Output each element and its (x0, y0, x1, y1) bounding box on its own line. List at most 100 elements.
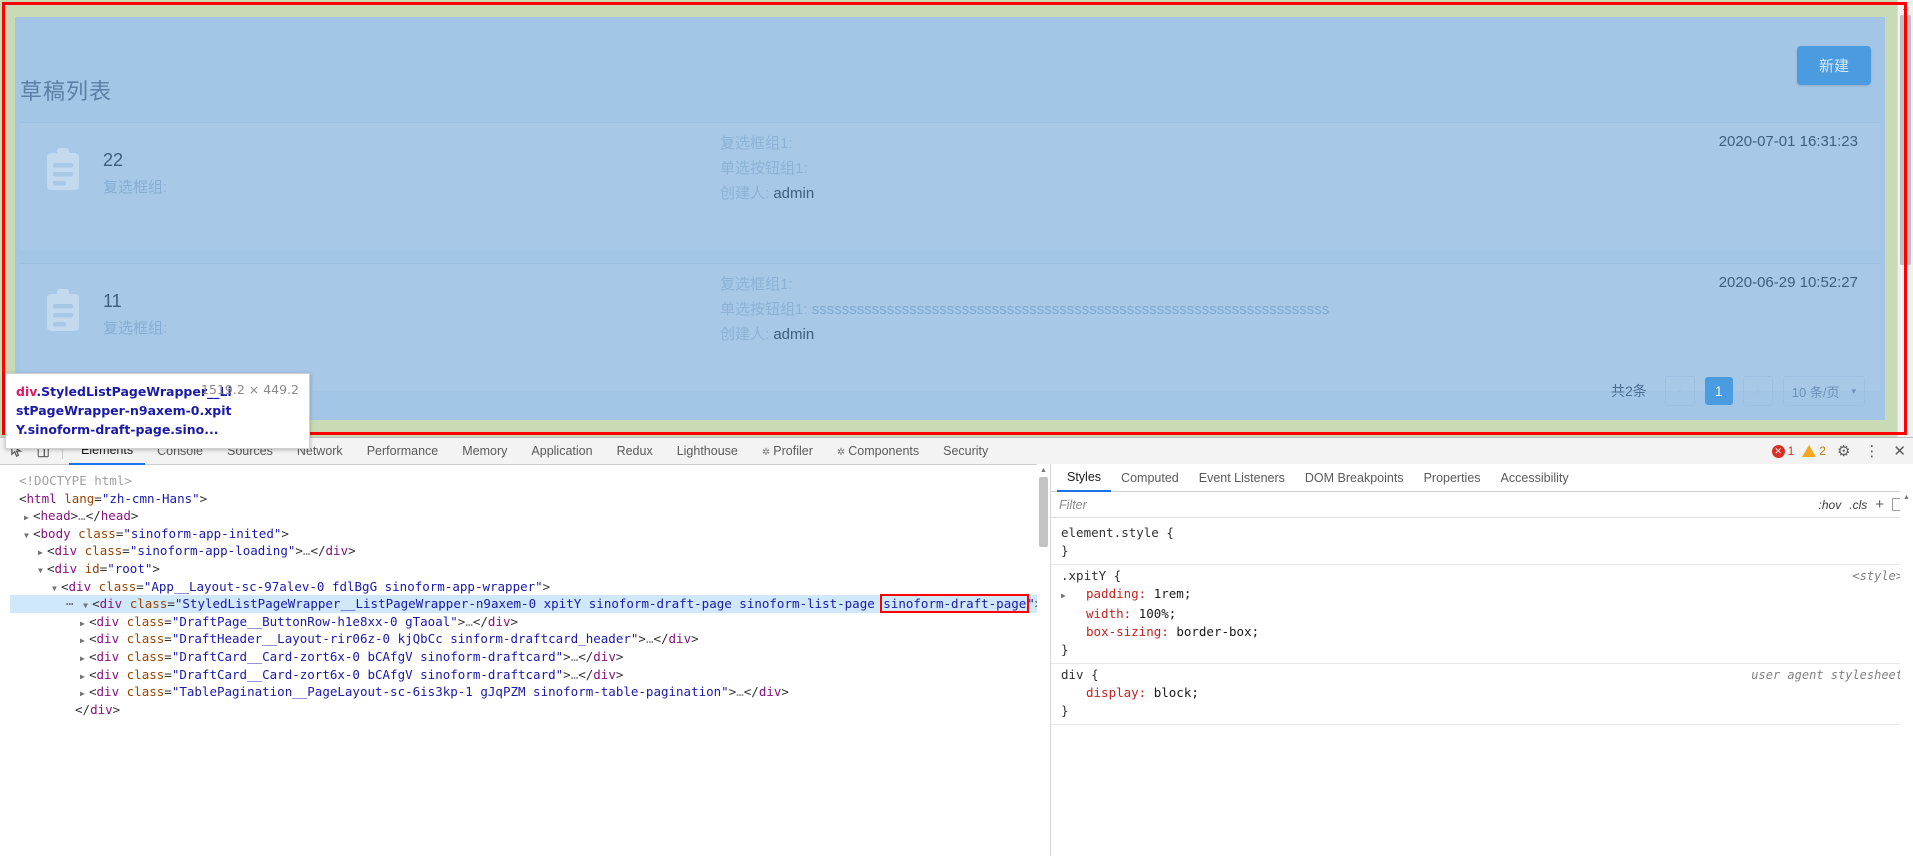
dom-node-row[interactable]: ▶ <div class="DraftPage__ButtonRow-h1e8xx… (10, 613, 1050, 631)
dom-node-row[interactable]: <!DOCTYPE html> (10, 472, 1050, 490)
tooltip-line-3: Y.sinoform-draft-page.sino... (16, 422, 219, 437)
draft-card-title: 22 (103, 150, 124, 170)
styles-tab-event-listeners[interactable]: Event Listeners (1189, 465, 1295, 491)
styles-tab-dom-breakpoints[interactable]: DOM Breakpoints (1295, 465, 1414, 491)
new-style-rule-button[interactable]: + (1875, 496, 1884, 513)
kebab-menu-icon[interactable]: ⋮ (1861, 442, 1882, 460)
devtools-tab-redux[interactable]: Redux (605, 439, 665, 464)
dom-node-row[interactable]: ▶ <div class="sinoform-app-loading">…</di… (10, 542, 1050, 560)
dom-attr-value: "DraftHeader__Layout-rir06z-0 kjQbCc sin… (171, 631, 639, 647)
devtools-tab-performance[interactable]: Performance (355, 439, 451, 464)
style-property-name[interactable]: padding: (1070, 586, 1154, 601)
dom-attr-name: lang (64, 490, 95, 506)
style-declaration[interactable]: ▶ padding: 1rem; (1061, 585, 1903, 605)
style-rule-source[interactable]: <style> (1852, 567, 1903, 585)
style-property-name[interactable]: width: (1070, 606, 1139, 621)
dom-node-menu-icon[interactable]: ⋯ (66, 596, 83, 611)
draft-card[interactable]: 22 复选框组: 复选框组1: 单选按钮组1: 创建人: admin 2020-… (20, 122, 1880, 250)
dom-text: > (615, 648, 624, 664)
style-rule-source[interactable]: user agent stylesheet (1751, 666, 1903, 684)
meta-row: 单选按钮组1: ssssssssssssssssssssssssssssssss… (720, 297, 1460, 322)
dom-text: > (281, 525, 289, 541)
dom-node-row[interactable]: ▶ <head>…</head> (10, 507, 1050, 525)
meta-row-creator: 创建人: admin (720, 181, 1460, 206)
dom-node-row[interactable]: ⋯ ▼ <div class="StyledListPageWrapper__Li… (10, 594, 1050, 614)
style-property-value[interactable]: 100%; (1139, 606, 1177, 621)
style-rule[interactable]: element.style {} (1051, 522, 1913, 565)
dom-node-row[interactable]: </div> (10, 701, 1050, 719)
page-title: 草稿列表 (20, 79, 113, 104)
styles-tab-properties[interactable]: Properties (1414, 465, 1491, 491)
draft-card-date: 2020-06-29 10:52:27 (1718, 274, 1858, 291)
dom-tag-name: div (487, 613, 511, 629)
style-property-name[interactable]: display: (1070, 685, 1154, 700)
devtools-tab-lighthouse[interactable]: Lighthouse (665, 439, 750, 464)
dom-attr-name: class (126, 613, 165, 629)
close-icon[interactable]: ✕ (1890, 442, 1909, 460)
draft-card[interactable]: 11 复选框组: 复选框组1: 单选按钮组1: ssssssssssssssss… (20, 263, 1880, 391)
dom-tree[interactable]: <!DOCTYPE html> <html lang="zh-cmn-Hans">… (0, 464, 1050, 718)
new-button[interactable]: 新建 (1796, 46, 1871, 85)
style-declaration[interactable]: width: 100%; (1061, 605, 1903, 623)
style-declaration[interactable]: box-sizing: border-box; (1061, 623, 1903, 641)
devtools-tab-security[interactable]: Security (931, 439, 1000, 464)
style-rule-close-brace: } (1061, 703, 1069, 718)
style-rule-selector[interactable]: element.style { (1061, 524, 1903, 542)
dom-text: … (736, 684, 744, 700)
styles-filter-input[interactable]: Filter (1059, 498, 1811, 512)
scroll-up-icon[interactable]: ▲ (1037, 464, 1050, 477)
page-scrollbar[interactable]: ▲ (1897, 0, 1913, 437)
hov-toggle[interactable]: :hov (1819, 498, 1842, 512)
style-property-value[interactable]: block; (1154, 685, 1199, 700)
dom-text (119, 684, 127, 699)
dom-attr-value: "StyledListPageWrapper__ListPageWrapper-… (174, 596, 883, 612)
page-size-select[interactable]: 10 条/页 ▾ (1782, 376, 1865, 406)
style-property-name[interactable]: box-sizing: (1070, 624, 1176, 639)
scroll-up-icon[interactable]: ▲ (1898, 0, 1913, 15)
dom-text: > (781, 684, 789, 700)
styles-tab-accessibility[interactable]: Accessibility (1491, 465, 1579, 491)
devtools-tab-profiler[interactable]: ✲ Profiler (750, 439, 825, 464)
style-rule[interactable]: <style> .xpitY {▶ padding: 1rem; width: 100… (1051, 565, 1913, 664)
styles-tab-computed[interactable]: Computed (1111, 465, 1189, 491)
dom-tag-name: div (758, 684, 782, 700)
dom-node-row[interactable]: ▶ <div class="DraftCard__Card-zort6x-0 bC… (10, 666, 1050, 684)
devtools-panel: Elements Console Sources Network Perform… (0, 437, 1913, 856)
dom-tag-name: head (100, 508, 131, 524)
devtools-tab-memory[interactable]: Memory (450, 439, 519, 464)
dom-scrollbar[interactable]: ▲ (1037, 464, 1050, 856)
gear-icon[interactable]: ⚙ (1834, 442, 1853, 460)
scrollbar-thumb[interactable] (1900, 15, 1911, 265)
meta-label: 创建人: (720, 326, 770, 343)
scrollbar-thumb[interactable] (1039, 477, 1048, 547)
error-icon: ✕ (1771, 444, 1785, 458)
pagination-prev-button[interactable]: ‹ (1664, 376, 1695, 406)
scroll-up-icon[interactable]: ▲ (1900, 491, 1913, 504)
dom-text: > (691, 631, 699, 647)
style-rule[interactable]: user agent stylesheet div {display: block… (1051, 664, 1913, 725)
cls-toggle[interactable]: .cls (1849, 498, 1867, 512)
pagination-next-button[interactable]: › (1742, 376, 1773, 406)
dom-node-row[interactable]: ▼ <body class="sinoform-app-inited"> (10, 525, 1050, 543)
style-property-value[interactable]: border-box; (1176, 624, 1259, 639)
styles-scrollbar[interactable]: ▲ (1900, 491, 1913, 856)
styles-tab-styles[interactable]: Styles (1057, 464, 1112, 492)
dom-text: > (295, 543, 303, 559)
devtools-tab-components[interactable]: ✲ Components (825, 439, 931, 464)
meta-label: 创建人: (720, 185, 770, 202)
dom-node-row[interactable]: ▶ <div class="TablePagination__PageLayout… (10, 683, 1050, 701)
style-property-value[interactable]: 1rem; (1154, 586, 1192, 601)
style-declaration[interactable]: display: block; (1061, 684, 1903, 702)
chevron-right-icon[interactable]: ▶ (1061, 587, 1070, 605)
dom-node-row[interactable]: ▶ <div class="DraftHeader__Layout-rir06z-… (10, 630, 1050, 648)
devtools-tab-application[interactable]: Application (519, 439, 604, 464)
warning-count[interactable]: 2 (1802, 444, 1826, 458)
dom-node-row[interactable]: ▼ <div class="App__Layout-sc-97alev-0 fdl… (10, 578, 1050, 596)
dom-node-row[interactable]: ▶ <div class="DraftCard__Card-zort6x-0 bC… (10, 648, 1050, 666)
style-rule-selector[interactable]: .xpitY { (1061, 567, 1903, 585)
error-count[interactable]: ✕ 1 (1771, 444, 1794, 458)
dom-node-row[interactable]: ▼ <div id="root"> (10, 560, 1050, 578)
dom-node-row[interactable]: <html lang="zh-cmn-Hans"> (10, 490, 1050, 508)
pagination-page-1[interactable]: 1 (1704, 377, 1733, 405)
dom-tag-name: div (593, 648, 616, 664)
